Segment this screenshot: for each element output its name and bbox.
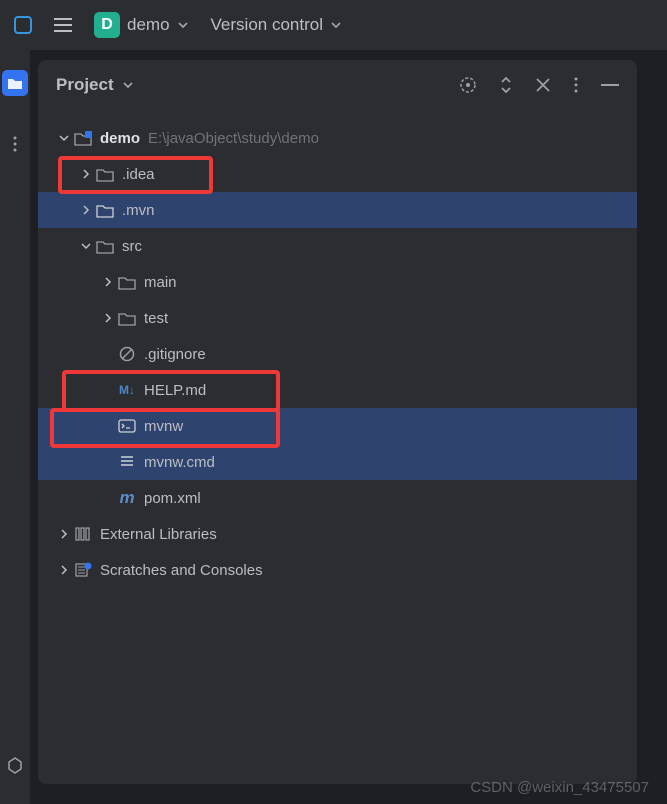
more-options-icon[interactable] [573, 76, 579, 94]
tree-label: .mvn [122, 202, 155, 219]
markdown-icon: M↓ [116, 383, 138, 397]
project-badge-icon: D [94, 12, 120, 38]
vcs-label: Version control [211, 15, 323, 35]
chevron-right-icon[interactable] [56, 565, 72, 575]
chevron-right-icon[interactable] [100, 313, 116, 323]
tree-label: main [144, 274, 177, 291]
jb-logo-icon[interactable] [8, 10, 38, 40]
project-panel: Project demo E:\javaObjec [38, 60, 637, 784]
chevron-right-icon[interactable] [78, 169, 94, 179]
tree-root-demo[interactable]: demo E:\javaObject\study\demo [38, 120, 637, 156]
text-file-icon [116, 454, 138, 470]
panel-header: Project [38, 60, 637, 110]
tree-folder-main[interactable]: main [38, 264, 637, 300]
tree-label: demo [100, 130, 140, 147]
scratches-icon [72, 562, 94, 578]
rail-bottom-icon[interactable] [6, 756, 24, 774]
tree-external-libraries[interactable]: External Libraries [38, 516, 637, 552]
tree-label: .idea [122, 166, 155, 183]
tree-scratches[interactable]: Scratches and Consoles [38, 552, 637, 588]
tree-label: mvnw.cmd [144, 454, 215, 471]
folder-icon [116, 275, 138, 290]
project-selector[interactable]: D demo [88, 8, 195, 42]
chevron-right-icon[interactable] [78, 205, 94, 215]
watermark: CSDN @weixin_43475507 [470, 779, 649, 796]
panel-title: Project [56, 75, 114, 95]
chevron-down-icon[interactable] [56, 133, 72, 143]
tree-folder-test[interactable]: test [38, 300, 637, 336]
folder-icon [94, 203, 116, 218]
file-tree: demo E:\javaObject\study\demo .idea .mvn… [38, 110, 637, 598]
rail-dots-icon[interactable] [12, 136, 18, 152]
tree-label: Scratches and Consoles [100, 562, 263, 579]
folder-icon [94, 167, 116, 182]
tree-label: src [122, 238, 142, 255]
hide-panel-icon[interactable] [601, 83, 619, 87]
module-folder-icon [72, 131, 94, 146]
tree-folder-mvn[interactable]: .mvn [38, 192, 637, 228]
chevron-down-icon[interactable] [78, 241, 94, 251]
left-tool-rail [0, 50, 30, 804]
tree-label: pom.xml [144, 490, 201, 507]
version-control-menu[interactable]: Version control [205, 11, 348, 39]
tree-label: .gitignore [144, 346, 206, 363]
tree-label: External Libraries [100, 526, 217, 543]
chevron-right-icon[interactable] [100, 277, 116, 287]
tree-label: test [144, 310, 168, 327]
tree-file-mvnw[interactable]: mvnw [38, 408, 637, 444]
project-name-label: demo [127, 15, 170, 35]
folder-icon [94, 239, 116, 254]
tree-label: HELP.md [144, 382, 206, 399]
terminal-icon [116, 419, 138, 433]
tree-file-pom[interactable]: m pom.xml [38, 480, 637, 516]
project-tool-button[interactable] [2, 70, 28, 96]
tree-folder-src[interactable]: src [38, 228, 637, 264]
select-opened-file-icon[interactable] [459, 76, 477, 94]
collapse-all-icon[interactable] [535, 77, 551, 93]
main-menu-icon[interactable] [48, 10, 78, 40]
tree-file-mvnwcmd[interactable]: mvnw.cmd [38, 444, 637, 480]
library-icon [72, 526, 94, 542]
chevron-right-icon[interactable] [56, 529, 72, 539]
maven-icon: m [116, 488, 138, 508]
ignore-icon [116, 346, 138, 362]
tree-folder-idea[interactable]: .idea [38, 156, 637, 192]
tree-file-gitignore[interactable]: .gitignore [38, 336, 637, 372]
tree-file-helpmd[interactable]: M↓ HELP.md [38, 372, 637, 408]
folder-icon [116, 311, 138, 326]
chevron-down-icon [330, 19, 342, 31]
top-bar: D demo Version control [0, 0, 667, 50]
chevron-down-icon[interactable] [122, 79, 134, 91]
chevron-down-icon [177, 19, 189, 31]
expand-collapse-icon[interactable] [499, 76, 513, 94]
tree-path: E:\javaObject\study\demo [148, 130, 319, 147]
tree-label: mvnw [144, 418, 183, 435]
